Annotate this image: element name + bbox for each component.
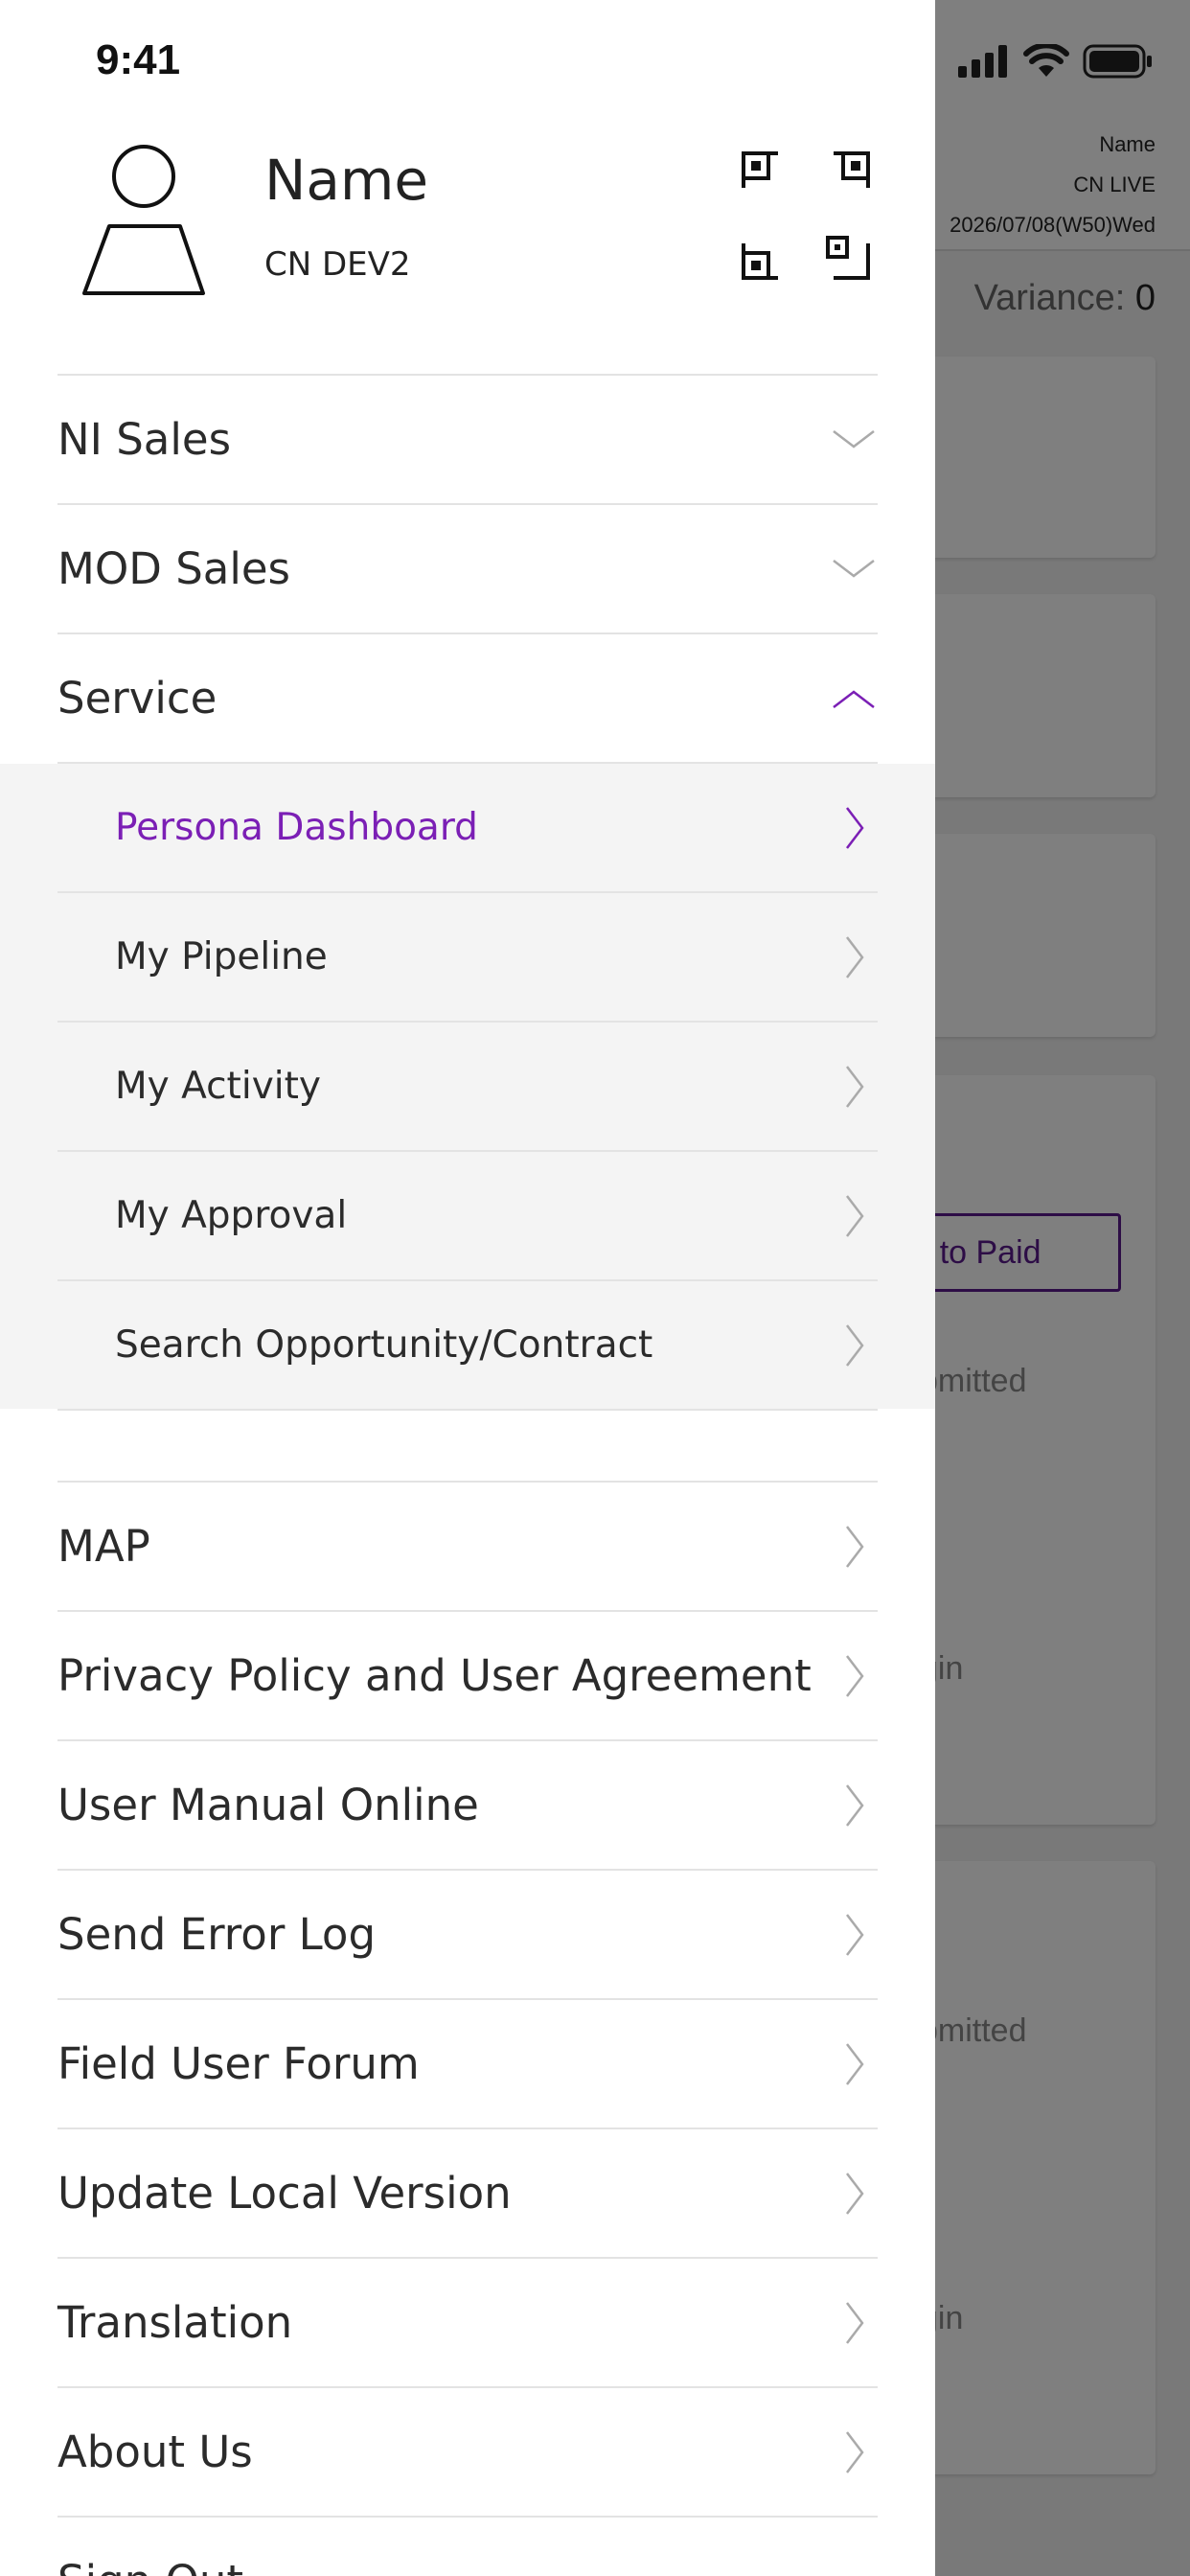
submenu-item-label: My Approval [115,1194,348,1237]
user-name: Name [264,148,429,213]
chevron-right-icon [846,1066,864,1108]
user-environment: CN DEV2 [264,245,411,284]
menu-item-label: Translation [57,2297,293,2348]
menu-item-user-manual[interactable]: User Manual Online [0,1741,935,1871]
menu-item-label: Field User Forum [57,2038,420,2089]
menu-section-ni-sales[interactable]: NI Sales [0,376,935,505]
service-submenu: Persona Dashboard My Pipeline My Activit… [0,764,935,1411]
cellular-signal-icon [958,45,1007,78]
chevron-right-icon [846,807,864,849]
links-menu: MAP Privacy Policy and User Agreement Us… [0,1483,935,2576]
battery-icon [1083,44,1152,79]
submenu-item-label: My Pipeline [115,935,328,978]
user-avatar-icon [82,145,205,295]
submenu-item-label: My Activity [115,1065,321,1108]
menu-section-service[interactable]: Service [0,634,935,764]
chevron-right-icon [846,1914,864,1956]
chevron-right-icon [846,2173,864,2215]
menu-item-translation[interactable]: Translation [0,2259,935,2388]
submenu-item-search-opportunity-contract[interactable]: Search Opportunity/Contract [0,1281,935,1411]
menu-item-label: Sign Out [57,2518,243,2576]
menu-item-label: MAP [57,1521,150,1572]
chevron-right-icon [846,1324,864,1367]
qr-code-icon[interactable] [740,150,872,282]
menu-item-map[interactable]: MAP [0,1483,935,1612]
submenu-item-persona-dashboard[interactable]: Persona Dashboard [0,764,935,893]
navigation-drawer: Name CN DEV2 NI Sales MOD Sales Service … [0,0,935,2576]
chevron-right-icon [846,1195,864,1237]
chevron-up-icon [833,690,875,708]
menu-item-label: Update Local Version [57,2168,512,2219]
menu-item-label: Send Error Log [57,1909,377,1960]
menu-item-privacy-policy[interactable]: Privacy Policy and User Agreement [0,1612,935,1741]
chevron-right-icon [846,2431,864,2473]
menu-item-about-us[interactable]: About Us [0,2388,935,2518]
status-time: 9:41 [96,36,181,83]
chevron-right-icon [846,936,864,978]
status-bar: 9:41 [0,0,1190,126]
chevron-right-icon [846,1784,864,1827]
menu-item-send-error-log[interactable]: Send Error Log [0,1871,935,2000]
menu-section-label: NI Sales [57,414,232,465]
chevron-right-icon [846,2302,864,2344]
menu-item-label: User Manual Online [57,1780,479,1830]
chevron-right-icon [846,2043,864,2085]
menu-section-label: Service [57,673,217,724]
menu-item-field-user-forum[interactable]: Field User Forum [0,2000,935,2129]
chevron-down-icon [833,430,875,448]
chevron-right-icon [846,1655,864,1697]
submenu-item-my-pipeline[interactable]: My Pipeline [0,893,935,1023]
submenu-item-my-activity[interactable]: My Activity [0,1023,935,1152]
status-icons [958,44,1154,79]
divider [57,1409,878,1411]
menu-item-sign-out[interactable]: Sign Out [0,2518,935,2576]
menu-section-mod-sales[interactable]: MOD Sales [0,505,935,634]
menu-section-label: MOD Sales [57,543,290,594]
profile-header: Name CN DEV2 [0,126,935,374]
section-menu: NI Sales MOD Sales Service [0,376,935,764]
chevron-down-icon [833,560,875,578]
chevron-right-icon [846,1526,864,1568]
submenu-item-label: Persona Dashboard [115,806,478,849]
menu-item-label: Privacy Policy and User Agreement [57,1650,812,1701]
submenu-item-my-approval[interactable]: My Approval [0,1152,935,1281]
submenu-item-label: Search Opportunity/Contract [115,1323,653,1367]
menu-item-label: About Us [57,2426,253,2477]
menu-item-update-local-version[interactable]: Update Local Version [0,2129,935,2259]
wifi-icon [1023,44,1069,77]
